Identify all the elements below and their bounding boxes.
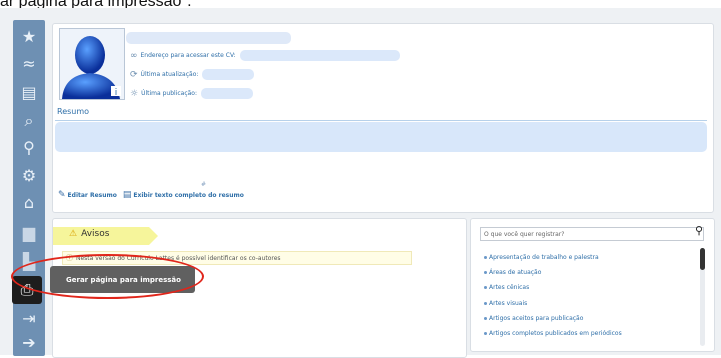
register-list: Apresentação de trabalho e palestra Área… [484, 250, 622, 341]
last-publication-label: Última publicação: [141, 90, 197, 97]
bullet-icon [484, 332, 487, 336]
list-item[interactable]: Artigos completos publicados em periódic… [484, 326, 622, 341]
register-scrollbar[interactable] [700, 248, 705, 346]
edit-icon: ✎ [58, 190, 66, 200]
contact-card-icon[interactable]: ▤ [18, 82, 40, 104]
warning-icon: ⚠ [69, 229, 78, 239]
list-item[interactable]: Apresentação de trabalho e palestra [484, 250, 622, 265]
last-update-label: Última atualização: [140, 71, 199, 78]
link-icon: ∞ [130, 50, 138, 61]
wave-icon[interactable]: ≈ [18, 53, 40, 75]
lattes-app: ★ ≈ ▤ ⌕ ⚲ ⚙ ⌂ ▆ ▙ ⎙ ⇥ ➔ i ∞ Endereço par… [0, 8, 721, 358]
resumo-heading: Resumo [57, 107, 90, 116]
update-icon: ⟳ [130, 69, 138, 80]
register-panel: O que você quer registrar? ⚲ Apresentaçã… [470, 218, 715, 352]
full-text-link[interactable]: Exibir texto completo do resumo [133, 192, 244, 199]
last-publication-row: ☼ Última publicação: [130, 88, 253, 99]
last-update-row: ⟳ Última atualização: [130, 69, 255, 80]
register-search-input[interactable]: O que você quer registrar? [480, 227, 704, 241]
document-icon: ▤ [122, 190, 132, 200]
search-icon[interactable]: ⚲ [18, 137, 40, 159]
resumo-marker: # [201, 181, 207, 188]
resumo-actions: ✎ Editar Resumo ▤ Exibir texto completo … [58, 190, 244, 200]
register-search-placeholder: O que você quer registrar? [484, 230, 565, 238]
avisos-tab[interactable]: ⚠ Avisos [53, 227, 158, 245]
publication-icon: ☼ [130, 88, 139, 99]
profile-avatar: i [59, 28, 125, 100]
cv-address-value[interactable] [239, 50, 400, 61]
bullet-icon [484, 271, 487, 275]
avisos-label: Avisos [81, 229, 110, 239]
search-icon[interactable]: ⚲ [695, 224, 713, 237]
list-item[interactable]: Áreas de atuação [484, 265, 622, 280]
researcher-name [126, 32, 291, 44]
cv-address-row: ∞ Endereço para acessar este CV: [130, 50, 400, 61]
svg-text:i: i [115, 88, 118, 98]
profile-panel: i ∞ Endereço para acessar este CV: ⟳ Últ… [52, 23, 714, 213]
last-update-value [202, 69, 255, 80]
export-icon[interactable]: ⇥ [18, 308, 40, 330]
puzzle-head-icon[interactable]: ⚙ [18, 165, 40, 187]
logout-icon[interactable]: ➔ [18, 332, 40, 354]
side-toolbar: ★ ≈ ▤ ⌕ ⚲ ⚙ ⌂ ▆ ▙ ⎙ ⇥ ➔ [12, 20, 45, 356]
bullet-icon [484, 256, 487, 260]
avisos-title: ⚠ Avisos [69, 229, 109, 239]
cv-address-label: Endereço para acessar este CV: [140, 52, 236, 59]
list-item[interactable]: Artes visuais [484, 296, 622, 311]
resumo-divider [55, 120, 707, 121]
scrollbar-thumb[interactable] [700, 248, 705, 270]
search-document-icon[interactable]: ⌕ [18, 110, 40, 132]
last-publication-value [200, 88, 253, 99]
highlight-oval [11, 254, 204, 299]
edit-resumo-link[interactable]: Editar Resumo [68, 192, 117, 199]
institution-icon[interactable]: ⌂ [18, 192, 40, 214]
list-item[interactable]: Artes cênicas [484, 280, 622, 295]
list-item[interactable]: Artigos aceitos para publicação [484, 311, 622, 326]
bullet-icon [484, 316, 487, 320]
bullet-icon [484, 286, 487, 290]
star-icon[interactable]: ★ [18, 26, 40, 48]
resumo-text [55, 122, 707, 152]
bullet-icon [484, 301, 487, 305]
printer-icon[interactable]: ▆ [18, 222, 40, 244]
